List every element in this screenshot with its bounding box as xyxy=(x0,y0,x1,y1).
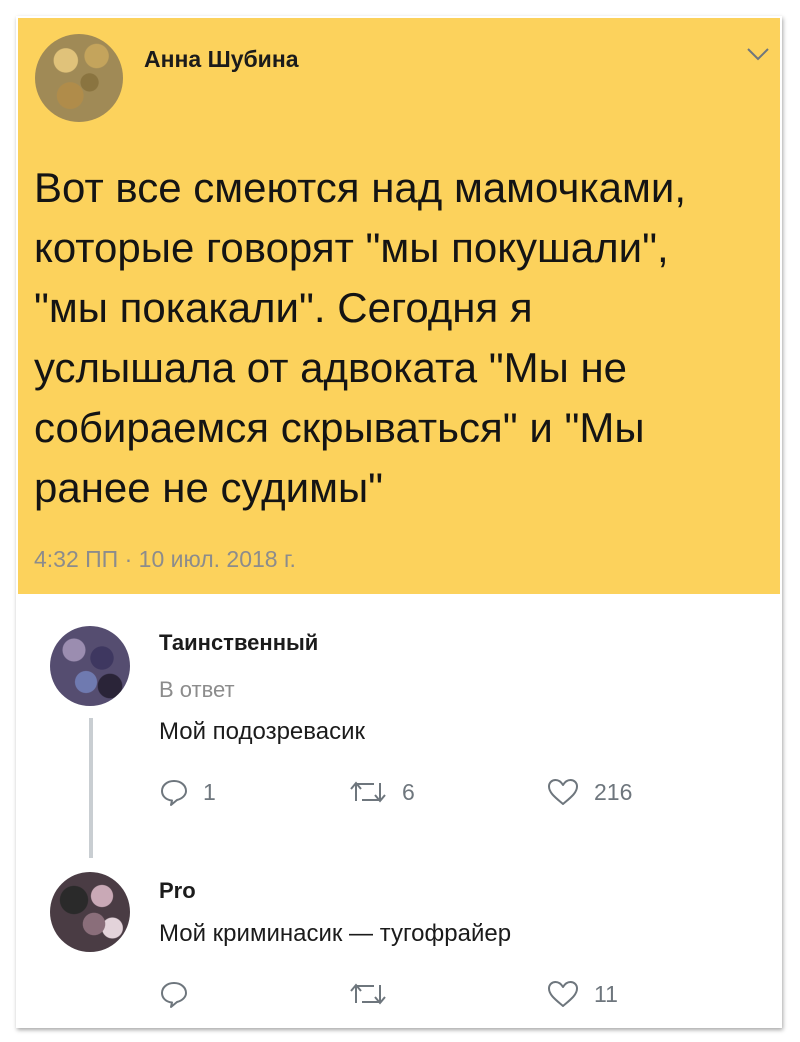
tweet-text-line: ранее не судимы" xyxy=(34,464,384,511)
reply-count: 1 xyxy=(203,778,216,805)
tweet-text-line: "мы покакали". Сегодня я xyxy=(34,284,533,331)
retweet-button[interactable] xyxy=(348,978,402,1010)
chevron-down-icon[interactable] xyxy=(746,46,770,62)
like-count: 11 xyxy=(594,980,618,1007)
retweet-icon xyxy=(350,781,386,803)
like-button[interactable]: 11 xyxy=(546,978,618,1010)
tweet-text-line: которые говорят "мы покушали", xyxy=(34,224,669,271)
reply-text: Мой криминасик — тугофрайер xyxy=(159,920,512,947)
heart-icon xyxy=(548,981,578,1007)
heart-icon xyxy=(548,779,578,805)
retweet-count: 6 xyxy=(402,778,415,805)
tweet-text-line: собираемся скрываться" и "Мы xyxy=(34,404,645,451)
like-button[interactable]: 216 xyxy=(546,776,632,808)
tweet-screenshot-frame: Анна Шубина Вот все смеются над мамочкам… xyxy=(16,16,782,1028)
main-tweet: Анна Шубина Вот все смеются над мамочкам… xyxy=(18,18,780,594)
tweet-timestamp[interactable]: 4:32 ПП · 10 июл. 2018 г. xyxy=(34,546,296,573)
speech-bubble-icon xyxy=(161,780,187,806)
tweet-text: Вот все смеются над мамочками, которые г… xyxy=(34,158,769,518)
reply-button[interactable]: 1 xyxy=(159,776,216,808)
avatar[interactable] xyxy=(50,872,130,952)
tweet-text-line: услышала от адвоката "Мы не xyxy=(34,344,628,391)
avatar[interactable] xyxy=(50,626,130,706)
reply-author-name[interactable]: Таинственный xyxy=(159,630,318,656)
reply-button[interactable] xyxy=(159,978,203,1010)
thread-connector-line xyxy=(89,718,93,858)
reply-text: Мой подозревасик xyxy=(159,718,366,745)
retweet-button[interactable]: 6 xyxy=(348,776,415,808)
speech-bubble-icon xyxy=(161,982,187,1008)
reply-context: В ответ xyxy=(159,677,235,702)
retweet-icon xyxy=(350,983,386,1005)
author-name[interactable]: Анна Шубина xyxy=(144,46,299,73)
tweet-text-line: Вот все смеются над мамочками, xyxy=(34,164,687,211)
reply-author-name[interactable]: Pro xyxy=(159,878,196,904)
like-count: 216 xyxy=(594,778,633,805)
avatar[interactable] xyxy=(35,34,123,122)
